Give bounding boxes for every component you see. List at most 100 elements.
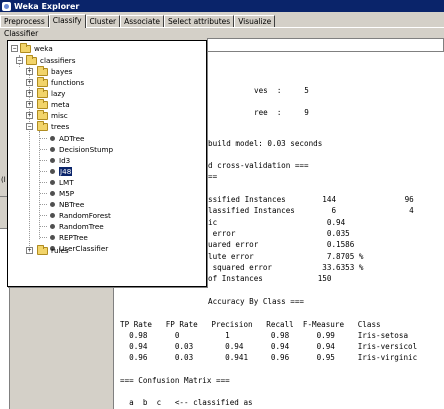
classifier-section-label: Classifier	[4, 29, 39, 38]
tree-node-label: classifiers	[40, 56, 76, 65]
collapse-toggle-icon[interactable]: −	[11, 45, 18, 52]
tree-connector	[40, 138, 47, 139]
tree-connector	[40, 149, 47, 150]
tree-node-label: lazy	[51, 89, 66, 98]
folder-open-icon	[26, 54, 37, 65]
expand-toggle-icon[interactable]: +	[26, 101, 33, 108]
tree-leaf-decisionstump[interactable]: DecisionStump	[48, 144, 113, 155]
tree-leaf-adtree[interactable]: ADTree	[48, 133, 84, 144]
leaf-bullet-icon	[50, 180, 55, 185]
leaf-bullet-icon	[50, 191, 55, 196]
tree-leaf-randomtree[interactable]: RandomTree	[48, 221, 104, 232]
tab-bar: Preprocess Classify Cluster Associate Se…	[0, 14, 276, 28]
output-line: lute error 7.8705 %	[208, 252, 364, 261]
output-line: of Instances 150	[208, 274, 332, 283]
tree-connector	[40, 160, 47, 161]
tree-node-label: M5P	[59, 189, 75, 198]
tree-node-label: weka	[34, 44, 53, 53]
tab-classify[interactable]: Classify	[48, 14, 86, 28]
tree-node-label: REPTree	[59, 233, 88, 242]
folder-open-icon	[37, 120, 48, 131]
output-line: d cross-validation ===	[208, 161, 309, 170]
output-line: error 0.035	[208, 229, 350, 238]
output-line: ssified Instances 144 96	[208, 195, 414, 204]
output-line: uared error 0.1586	[208, 240, 355, 249]
output-line: ==	[208, 172, 218, 181]
tree-node-label: Id3	[59, 156, 71, 165]
tree-node-label: ADTree	[59, 134, 85, 143]
expand-toggle-icon[interactable]: +	[26, 247, 33, 254]
weka-bird-icon	[2, 1, 11, 11]
tree-connector	[40, 182, 47, 183]
expand-toggle-icon[interactable]: +	[26, 68, 33, 75]
folder-icon	[37, 76, 48, 87]
classifier-tree-popup[interactable]: − weka − classifiers + bayes + functions…	[7, 40, 207, 287]
tree-connector	[40, 171, 47, 172]
output-line: 0.94 0.03 0.94 0.94 0.94 Iris-versicol	[120, 342, 418, 351]
tree-node-label: RandomTree	[59, 222, 104, 231]
leaf-bullet-icon	[50, 213, 55, 218]
expand-toggle-icon[interactable]: +	[26, 79, 33, 86]
tree-node-trees[interactable]: trees	[37, 120, 70, 132]
expand-toggle-icon[interactable]: +	[26, 90, 33, 97]
tree-connector	[40, 226, 47, 227]
tree-connector	[39, 131, 40, 239]
classifier-choice-field[interactable]	[207, 38, 444, 52]
output-line: ves : 5	[254, 86, 309, 95]
tree-node-weka[interactable]: weka	[20, 42, 53, 54]
leaf-bullet-icon	[50, 158, 55, 163]
tree-node-functions[interactable]: functions	[37, 76, 85, 88]
expand-toggle-icon[interactable]: +	[26, 112, 33, 119]
tree-leaf-j48[interactable]: J48	[48, 166, 73, 177]
tree-node-classifiers[interactable]: classifiers	[26, 54, 76, 66]
output-line: lassified Instances 6 4	[208, 206, 414, 215]
tree-node-label: rules	[51, 246, 69, 255]
tree-leaf-lmt[interactable]: LMT	[48, 177, 74, 188]
collapse-toggle-icon[interactable]: −	[26, 123, 33, 130]
folder-open-icon	[20, 42, 31, 53]
leaf-bullet-icon	[50, 136, 55, 141]
output-line: TP Rate FP Rate Precision Recall F-Measu…	[120, 320, 381, 329]
folder-icon	[37, 109, 48, 120]
tree-node-misc[interactable]: misc	[37, 109, 68, 121]
collapse-toggle-icon[interactable]: −	[16, 57, 23, 64]
tree-node-label: functions	[51, 78, 85, 87]
tree-node-rules[interactable]: rules	[37, 244, 69, 256]
output-line: a b c <-- classified as	[120, 398, 253, 407]
tree-leaf-nbtree[interactable]: NBTree	[48, 199, 84, 210]
tree-node-lazy[interactable]: lazy	[37, 87, 66, 99]
leaf-bullet-icon	[50, 224, 55, 229]
output-line: squared error 33.6353 %	[208, 263, 364, 272]
folder-icon	[37, 87, 48, 98]
tree-node-label: LMT	[59, 178, 74, 187]
output-line: ree : 9	[254, 108, 309, 117]
title-bar: Weka Explorer	[0, 0, 444, 12]
leaf-bullet-icon	[50, 202, 55, 207]
output-line: Accuracy By Class ===	[208, 297, 305, 306]
tree-node-label: misc	[51, 111, 68, 120]
window-title: Weka Explorer	[14, 1, 80, 11]
tree-connector	[40, 215, 47, 216]
tree-node-label: trees	[51, 122, 70, 131]
tree-leaf-reptree[interactable]: REPTree	[48, 232, 88, 243]
output-line: build model: 0.03 seconds	[208, 139, 323, 148]
tree-leaf-randomforest[interactable]: RandomForest	[48, 210, 111, 221]
tree-connector	[40, 193, 47, 194]
tree-node-label-selected: J48	[59, 167, 73, 176]
tree-leaf-id3[interactable]: Id3	[48, 155, 70, 166]
tree-connector	[40, 204, 47, 205]
tree-node-bayes[interactable]: bayes	[37, 65, 73, 77]
tree-node-label: DecisionStump	[59, 145, 114, 154]
tree-node-meta[interactable]: meta	[37, 98, 70, 110]
tree-node-label: bayes	[51, 67, 73, 76]
folder-icon	[37, 65, 48, 76]
tree-leaf-m5p[interactable]: M5P	[48, 188, 74, 199]
tree-node-label: NBTree	[59, 200, 85, 209]
output-line: === Confusion Matrix ===	[120, 376, 230, 385]
output-line: 0.98 0 1 0.98 0.99 Iris-setosa	[120, 331, 409, 340]
leaf-bullet-icon	[50, 235, 55, 240]
left-panel-label: (l	[1, 176, 6, 184]
folder-icon	[37, 244, 48, 255]
leaf-bullet-icon	[50, 147, 55, 152]
output-line: 0.96 0.03 0.941 0.96 0.95 Iris-virginic	[120, 353, 418, 362]
